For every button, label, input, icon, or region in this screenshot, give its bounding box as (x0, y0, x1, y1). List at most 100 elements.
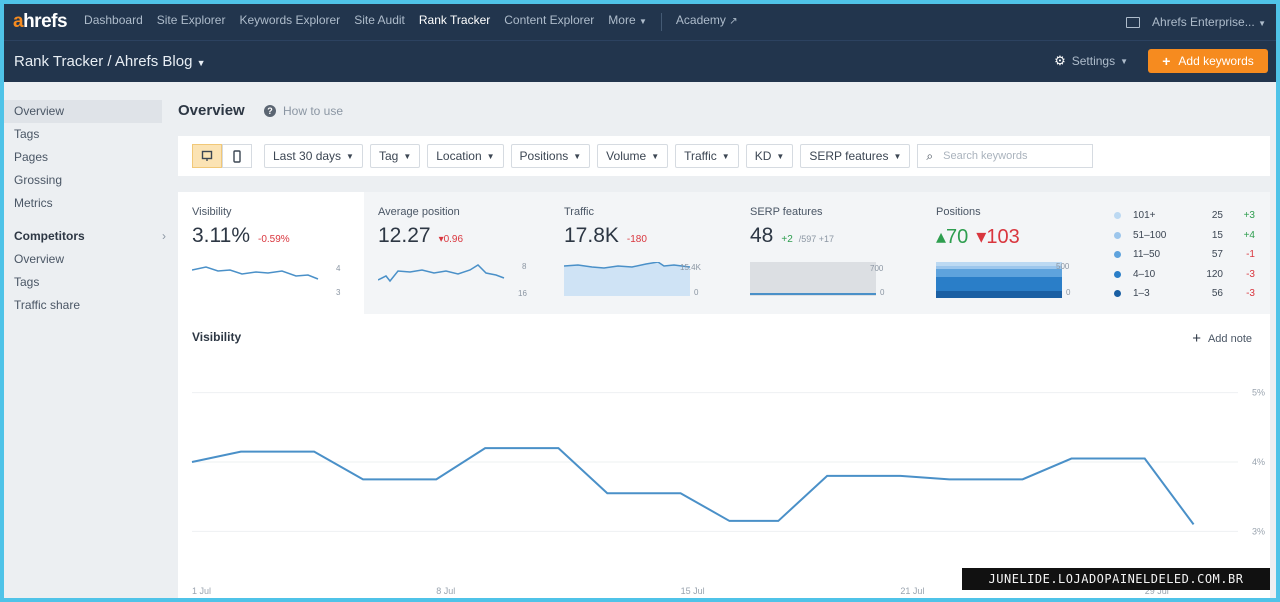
visibility-chart-card: Visibility + Add note 5% 4% 3% 1 Jul 8 Jul 15… (178, 314, 1270, 598)
sidebar-item-tags[interactable]: Tags (4, 123, 174, 146)
visibility-value: 3.11% (192, 224, 250, 247)
traffic-value: 17.8K (564, 224, 619, 247)
nav-content-explorer[interactable]: Content Explorer (504, 13, 594, 31)
positions-down: ▾103 (976, 226, 1020, 248)
legend-count: 57 (1211, 249, 1223, 261)
serp-features-metric[interactable]: SERP features 48 +2/597 +17 700 0 (736, 192, 922, 314)
mobile-icon (233, 149, 241, 163)
traffic-metric[interactable]: Traffic 17.8K -180 15.4K 0 (550, 192, 736, 314)
data-point (728, 520, 730, 522)
avg-position-axis-bottom: 16 (518, 289, 527, 298)
visibility-metric[interactable]: Visibility 3.11% -0.59% 4 3 (178, 192, 364, 314)
watermark: JUNELIDE.LOJADOPAINELDELED.COM.BR (962, 568, 1270, 590)
top-navigation: ahrefs Dashboard Site Explorer Keywords … (4, 4, 1276, 40)
visibility-label: Visibility (192, 206, 232, 218)
legend-count: 120 (1206, 268, 1223, 280)
positions-axis-top: 500 (1056, 262, 1070, 271)
settings-button[interactable]: ⚙ Settings ▼ (1054, 53, 1128, 69)
sidebar-item-competitors-overview[interactable]: Overview (4, 248, 174, 271)
sidebar-item-traffic-share[interactable]: Traffic share (4, 294, 174, 317)
sidebar-competitors-header[interactable]: Competitors › (4, 225, 174, 248)
nav-divider (660, 13, 662, 31)
how-to-use-link[interactable]: ? How to use (264, 104, 343, 118)
mobile-toggle[interactable] (222, 144, 252, 168)
volume-filter[interactable]: Volume ▼ (597, 144, 669, 168)
y-tick-label: 3% (1252, 526, 1265, 536)
legend-count: 56 (1211, 288, 1223, 300)
chevron-down-icon: ▼ (651, 151, 660, 161)
ahrefs-logo[interactable]: ahrefs (13, 11, 68, 33)
metrics-panel: Visibility 3.11% -0.59% 4 3 Average posit… (178, 192, 1270, 314)
nav-site-explorer[interactable]: Site Explorer (157, 13, 226, 31)
sidebar-item-pages[interactable]: Pages (4, 146, 174, 169)
chevron-down-icon: ▼ (1258, 19, 1266, 28)
nav-academy-label: Academy (675, 13, 726, 27)
data-point (557, 447, 559, 449)
monitor-icon[interactable] (1126, 16, 1141, 28)
page-title: Overview (178, 102, 245, 119)
competitors-label: Competitors (14, 229, 85, 243)
desktop-icon (201, 150, 213, 161)
external-link-icon: ↗ (729, 16, 738, 27)
serp-features-filter[interactable]: SERP features ▼ (800, 144, 911, 168)
positions-stacked-bars (936, 262, 1062, 298)
average-position-metric[interactable]: Average position 12.27 ▾0.96 8 16 (364, 192, 550, 314)
data-point (1070, 458, 1072, 460)
positions-legend-row: 51–100 15 +4 (1114, 226, 1255, 246)
visibility-series-line (191, 447, 1195, 525)
y-tick-label: 4% (1252, 457, 1265, 467)
location-filter[interactable]: Location ▼ (427, 144, 504, 168)
sidebar-item-grossing[interactable]: Grossing (4, 169, 174, 192)
legend-range: 1–3 (1133, 288, 1150, 300)
desktop-toggle[interactable] (192, 144, 222, 168)
how-to-use-label: How to use (283, 104, 344, 118)
kd-filter[interactable]: KD ▼ (745, 144, 794, 168)
sidebar-item-metrics[interactable]: Metrics (4, 192, 174, 215)
account-menu[interactable]: Ahrefs Enterprise... ▼ (1152, 15, 1266, 29)
search-input[interactable]: ⌕ Search keywords (917, 144, 1094, 168)
date-range-filter[interactable]: Last 30 days ▼ (264, 144, 363, 168)
avg-position-sparkline (378, 264, 505, 283)
positions-filter[interactable]: Positions ▼ (510, 144, 591, 168)
legend-delta: +4 (1243, 229, 1255, 241)
breadcrumb[interactable]: Rank Tracker / Ahrefs Blog ▼ (14, 53, 206, 70)
traffic-filter[interactable]: Traffic ▼ (675, 144, 739, 168)
nav-keywords-explorer[interactable]: Keywords Explorer (239, 13, 340, 31)
serp-axis-bottom: 0 (880, 288, 885, 297)
traffic-axis-top: 15.4K (680, 263, 701, 272)
visibility-axis-bottom: 3 (336, 288, 341, 297)
chevron-down-icon: ▼ (196, 58, 206, 68)
filter-bar: Last 30 days ▼ Tag ▼ Location ▼ Positions ▼ … (178, 136, 1270, 176)
positions-metric[interactable]: Positions ▴70 ▾103 500 0 (922, 192, 1108, 314)
nav-dashboard[interactable]: Dashboard (84, 13, 143, 31)
chevron-down-icon: ▼ (486, 151, 495, 161)
nav-more-label: More (608, 13, 636, 27)
help-icon: ? (264, 105, 276, 117)
data-point (1193, 523, 1195, 525)
data-point (484, 447, 486, 449)
serp-features-value-row: 48 +2/597 +17 (750, 224, 922, 248)
positions-up: ▴70 (936, 226, 969, 248)
legend-range: 4–10 (1133, 268, 1156, 280)
avg-position-value: 12.27 (378, 224, 431, 247)
avg-position-delta: ▾0.96 (438, 234, 464, 245)
sidebar-item-overview[interactable]: Overview (4, 100, 162, 123)
add-keywords-button[interactable]: + Add keywords (1148, 49, 1268, 73)
nav-academy[interactable]: Academy ↗ (676, 13, 738, 31)
x-tick-label: 15 Jul (681, 586, 705, 596)
legend-dot (1114, 231, 1121, 239)
volume-filter-label: Volume (606, 149, 647, 163)
positions-axis-bottom: 0 (1066, 288, 1071, 297)
tag-filter[interactable]: Tag ▼ (369, 144, 421, 168)
legend-range: 11–50 (1133, 249, 1161, 261)
nav-rank-tracker[interactable]: Rank Tracker (419, 13, 490, 31)
data-point (313, 451, 315, 453)
traffic-filter-label: Traffic (684, 149, 717, 163)
visibility-axis-top: 4 (336, 264, 341, 273)
positions-filter-label: Positions (519, 149, 569, 163)
sidebar-item-competitors-tags[interactable]: Tags (4, 271, 174, 294)
legend-range: 101+ (1133, 210, 1156, 222)
nav-more[interactable]: More ▼ (608, 13, 647, 31)
nav-site-audit[interactable]: Site Audit (354, 13, 405, 31)
legend-count: 15 (1211, 229, 1223, 241)
